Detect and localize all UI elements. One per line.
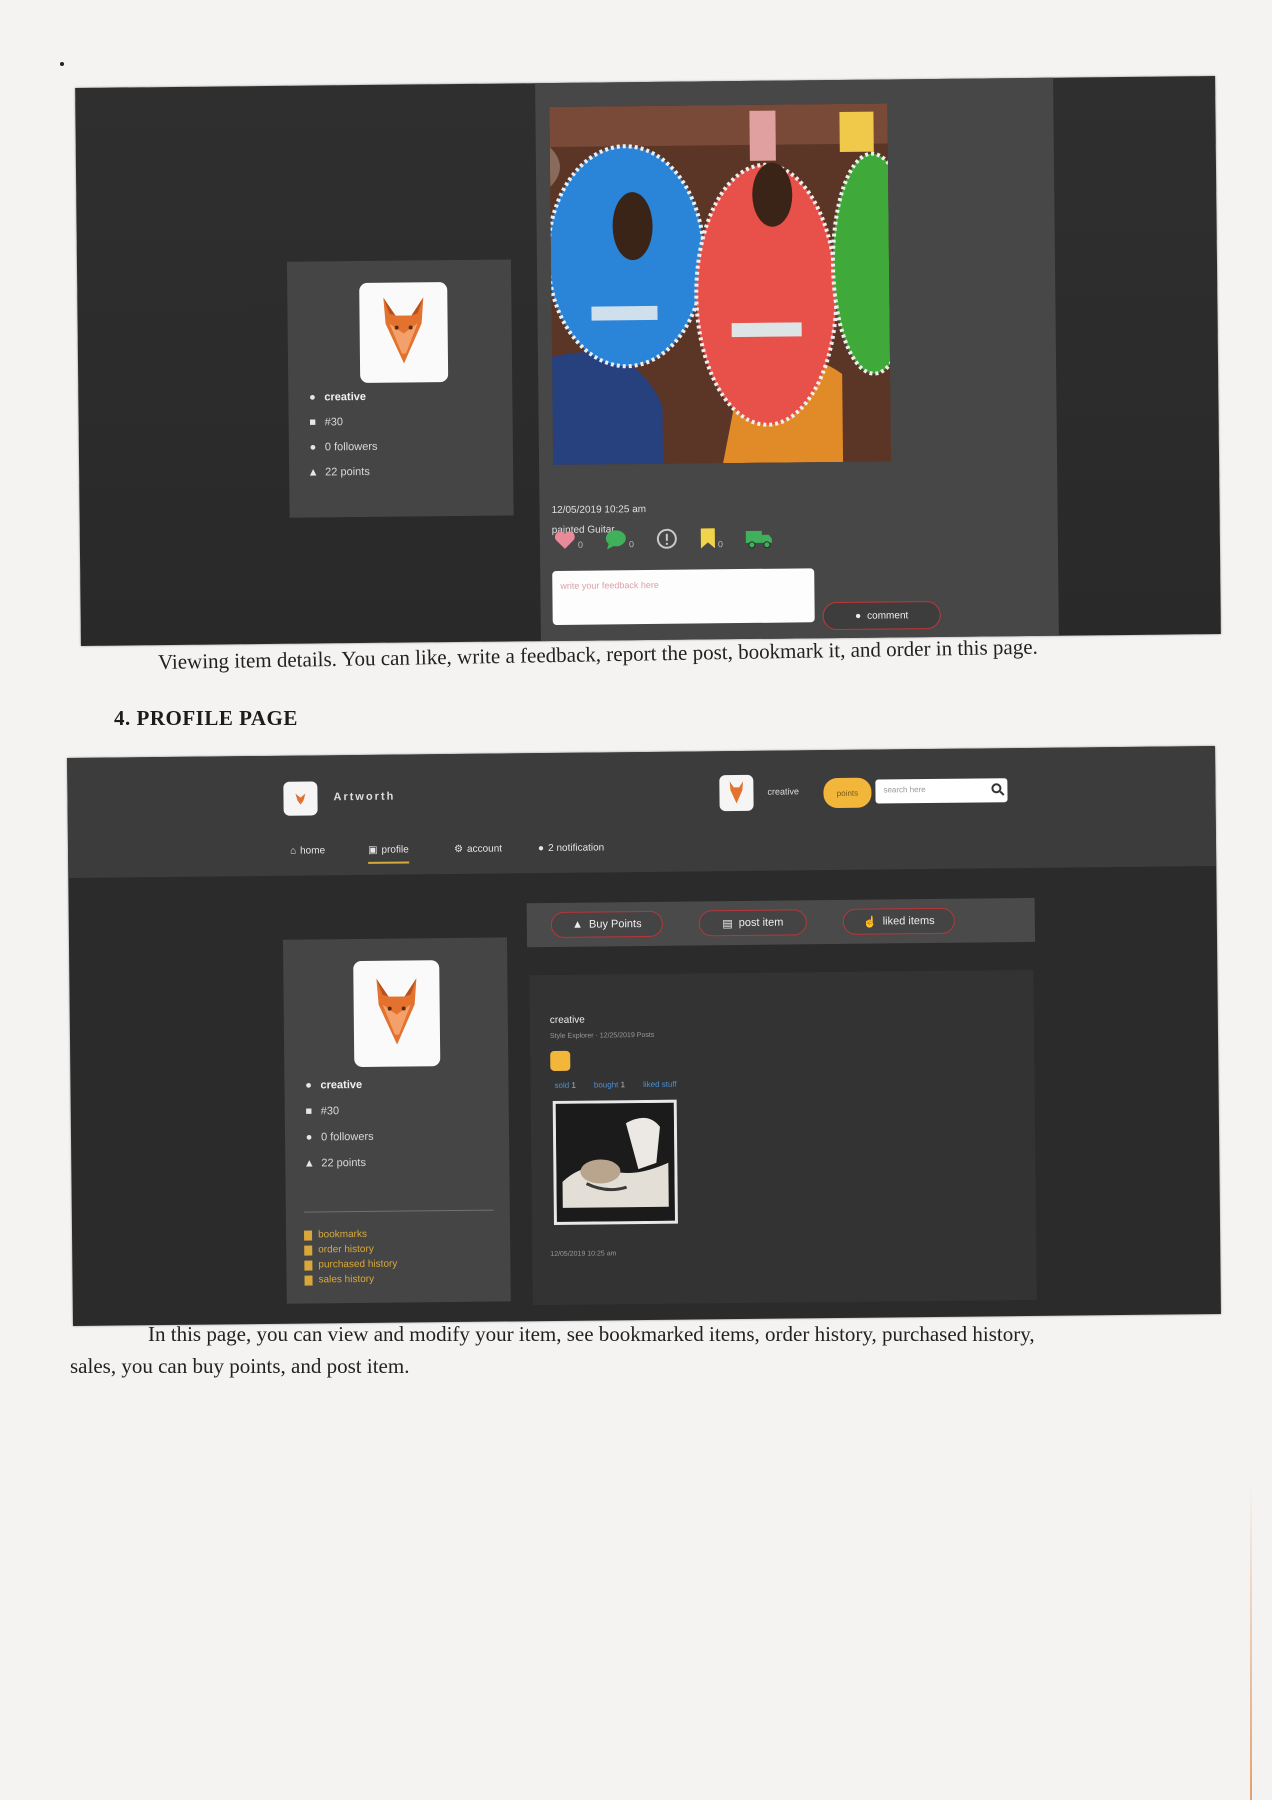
bookmark-icon [304, 1229, 313, 1241]
bell-icon: ● [537, 843, 545, 855]
bookmark-button[interactable]: 0 [700, 527, 723, 549]
profile-icon: ▣ [367, 844, 378, 856]
tab-bought[interactable]: bought 1 [594, 1080, 625, 1089]
thumbs-up-icon: ☝ [862, 916, 877, 929]
bookmarks-link[interactable]: bookmarks [304, 1229, 367, 1241]
delivery-truck-icon [745, 530, 772, 549]
logo-icon [295, 793, 306, 805]
caption-profile-line2: sales, you can buy points, and post item… [70, 1354, 410, 1378]
item-tabs: sold 1 bought 1 liked stuff [554, 1080, 676, 1090]
profile-stat: ■ #30 [303, 1105, 339, 1117]
fox-avatar[interactable] [359, 282, 449, 384]
bookmark-icon [700, 528, 715, 549]
item-thumbnail[interactable] [552, 1099, 678, 1225]
like-button[interactable]: 0 [554, 530, 583, 550]
nav-profile[interactable]: ▣ profile [367, 844, 409, 864]
fox-avatar[interactable] [353, 960, 441, 1068]
page-dot [60, 62, 64, 66]
gift-icon: ■ [309, 416, 317, 429]
item-details-screenshot: ● creative ■ #30 ● 0 followers ▲ 22 points [75, 76, 1221, 646]
profile-points: ▲ 22 points [307, 465, 370, 479]
fox-icon [383, 297, 424, 364]
report-icon [656, 528, 677, 549]
cart-icon [304, 1259, 313, 1271]
profile-page-screenshot: Artworth creative points search here ⌂ ho… [67, 746, 1221, 1326]
coins-icon: ▲ [303, 1157, 315, 1170]
user-name[interactable]: creative [767, 786, 799, 796]
profile-followers: ● 0 followers [303, 1131, 374, 1144]
user-avatar[interactable] [719, 774, 754, 812]
profile-followers: ● 0 followers [307, 441, 377, 454]
speech-bubble-icon [605, 530, 626, 550]
profile-username[interactable]: ● creative [306, 391, 366, 404]
order-history-link[interactable]: order history [304, 1244, 374, 1256]
order-button[interactable] [745, 527, 773, 549]
item-date: 12/05/2019 10:25 am [550, 1250, 617, 1258]
points-pill[interactable]: points [823, 777, 872, 809]
divider [303, 1209, 494, 1213]
edit-icon[interactable] [550, 1050, 571, 1071]
comment-count-button[interactable]: 0 [605, 529, 634, 550]
content-subtitle: Style Explorer · 12/25/2019 Posts [549, 1031, 655, 1040]
gear-icon: ⚙ [453, 843, 464, 855]
fox-icon [729, 781, 744, 804]
post-actions: 0 0 0 [554, 527, 773, 551]
followers-icon: ● [309, 441, 317, 454]
purchased-history-link[interactable]: purchased history [304, 1259, 397, 1271]
liked-items-button[interactable]: ☝ liked items [842, 907, 955, 935]
store-icon: ▤ [722, 917, 733, 930]
post-item-button[interactable]: ▤ post item [698, 909, 807, 937]
home-icon: ⌂ [289, 845, 297, 857]
profile-points: ▲ 22 points [303, 1156, 367, 1170]
caption-profile-line1: In this page, you can view and modify yo… [148, 1322, 1035, 1346]
painted-guitar-image [549, 103, 892, 465]
coins-icon: ▲ [572, 918, 584, 931]
nav-notification[interactable]: ● 2 notification [538, 842, 604, 854]
search-icon[interactable] [991, 783, 1002, 794]
section-heading-profile-page: 4. PROFILE PAGE [114, 706, 298, 730]
profile-card: ● creative ■ #30 ● 0 followers ▲ 22 points [286, 259, 514, 518]
followers-icon: ● [305, 1131, 313, 1144]
user-icon: ● [308, 391, 316, 404]
content-username: creative [549, 1014, 585, 1026]
fox-icon [376, 978, 417, 1045]
feedback-input[interactable]: write your feedback here [552, 568, 815, 626]
report-button[interactable] [656, 528, 678, 550]
nav-account[interactable]: ⚙ account [454, 843, 502, 855]
buy-points-button[interactable]: ▲ Buy Points [550, 910, 663, 938]
profile-username[interactable]: ● creative [302, 1079, 362, 1092]
post-timestamp: 12/05/2019 10:25 am [551, 504, 647, 517]
profile-stat: ■ #30 [307, 416, 343, 428]
comment-button[interactable]: ● comment [822, 600, 941, 631]
post-panel: 12/05/2019 10:25 am painted Guitar 0 0 0… [535, 76, 1059, 646]
logo[interactable] [283, 781, 318, 816]
top-navbar: Artworth creative points search here ⌂ ho… [67, 746, 1217, 879]
user-icon: ● [305, 1079, 312, 1092]
truck-icon [304, 1244, 313, 1256]
heart-icon [554, 531, 575, 549]
nav-home[interactable]: ⌂ home [290, 845, 325, 856]
paper-edge [1250, 1480, 1252, 1800]
tab-sold[interactable]: sold 1 [554, 1081, 575, 1090]
coins-icon: ▲ [307, 466, 319, 479]
cart-icon [304, 1274, 313, 1286]
search-input[interactable]: search here [875, 778, 1008, 804]
profile-card: ● creative ■ #30 ● 0 followers ▲ 22 points b… [282, 937, 511, 1304]
sales-history-link[interactable]: sales history [304, 1274, 374, 1286]
gift-icon: ■ [305, 1105, 313, 1118]
user-items-panel: creative Style Explorer · 12/25/2019 Pos… [529, 969, 1037, 1306]
brand-name: Artworth [333, 790, 396, 804]
chat-icon: ● [855, 610, 862, 622]
action-buttons-bar: ▲ Buy Points ▤ post item ☝ liked items [526, 897, 1036, 948]
tab-liked[interactable]: liked stuff [643, 1080, 677, 1089]
